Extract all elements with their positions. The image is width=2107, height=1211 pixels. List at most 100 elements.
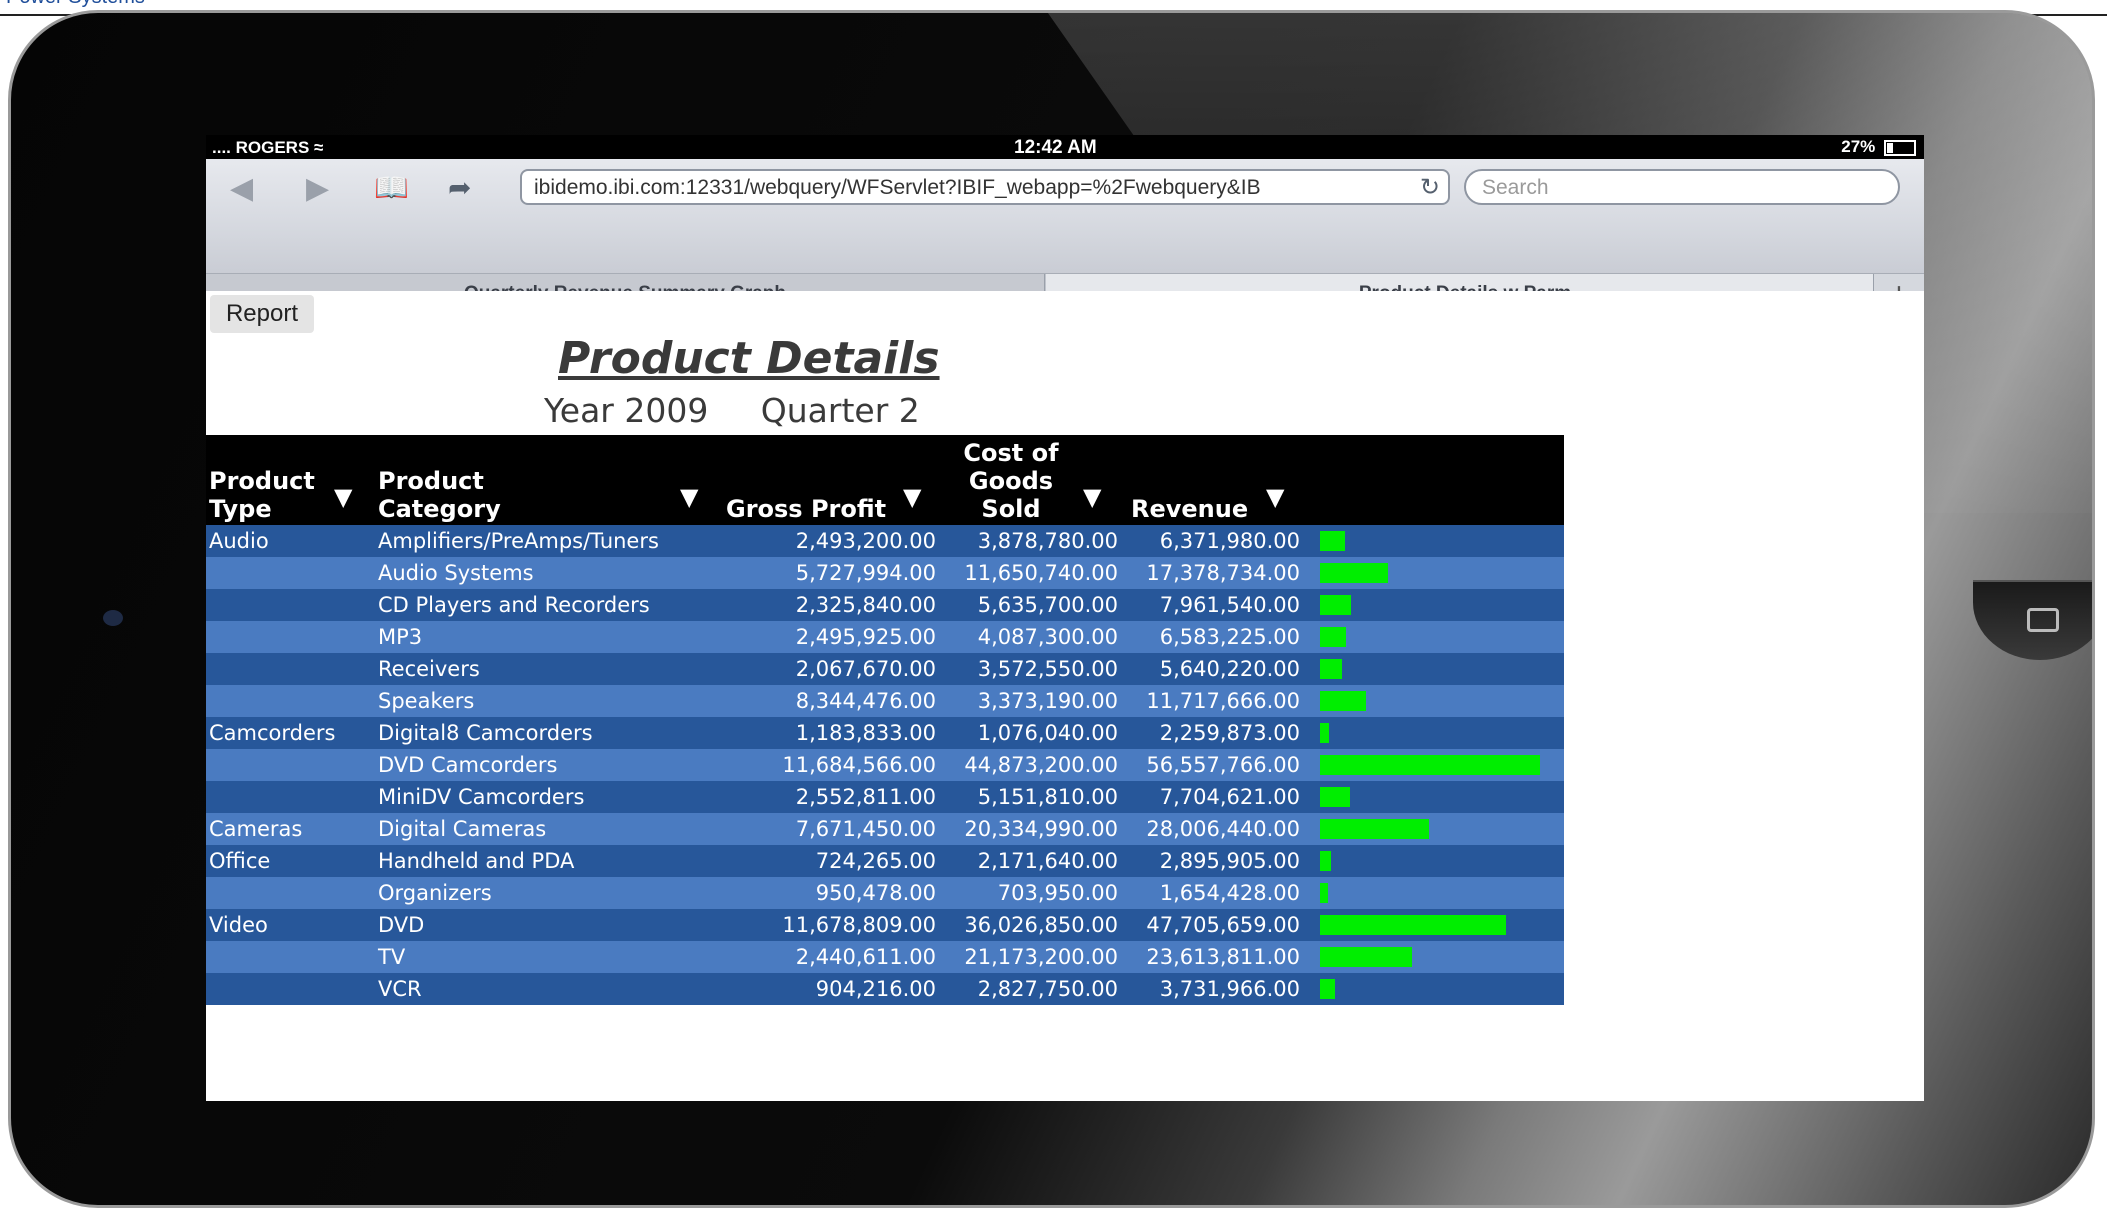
sort-arrow-icon[interactable]: ▼: [903, 483, 921, 511]
carrier-text: .... ROGERS: [212, 138, 310, 157]
cell-product-category: DVD Camcorders: [378, 753, 558, 777]
cell-product-category: MiniDV Camcorders: [378, 785, 585, 809]
search-placeholder: Search: [1482, 176, 1549, 199]
cell-product-category: Receivers: [378, 657, 480, 681]
sort-arrow-icon[interactable]: ▼: [1083, 483, 1101, 511]
header-line: Revenue: [1131, 495, 1249, 523]
table-body: Audio Amplifiers/PreAmps/Tuners 2,493,200.…: [206, 525, 1564, 1005]
table-header: Product Type ▼ Product Category ▼ Gross …: [206, 435, 1564, 525]
cell-revenue: 6,371,980.00: [1159, 529, 1300, 553]
table-row: DVD Camcorders 11,684,566.00 44,873,200.00…: [206, 749, 1564, 781]
cell-revenue: 11,717,666.00: [1146, 689, 1300, 713]
cell-product-category: Handheld and PDA: [378, 849, 575, 873]
cell-gross-profit: 2,067,670.00: [795, 657, 936, 681]
revenue-bar: [1320, 691, 1366, 711]
cell-cogs: 5,635,700.00: [977, 593, 1118, 617]
revenue-bar: [1320, 723, 1329, 743]
cell-product-type: Audio: [209, 529, 269, 553]
wifi-icon: ≈: [314, 138, 324, 157]
column-header-gross-profit[interactable]: Gross Profit: [726, 495, 886, 523]
home-button[interactable]: [1973, 580, 2092, 660]
cell-revenue: 7,961,540.00: [1159, 593, 1300, 617]
forward-arrow-icon[interactable]: ▶: [306, 171, 329, 206]
cell-cogs: 2,171,640.00: [977, 849, 1118, 873]
cell-revenue: 2,895,905.00: [1159, 849, 1300, 873]
table-row: Office Handheld and PDA 724,265.00 2,171,64…: [206, 845, 1564, 877]
revenue-bar: [1320, 819, 1429, 839]
report-title: Product Details: [558, 333, 940, 384]
revenue-bar: [1320, 787, 1350, 807]
cell-cogs: 44,873,200.00: [964, 753, 1118, 777]
table-row: Video DVD 11,678,809.00 36,026,850.00 47,705…: [206, 909, 1564, 941]
cell-gross-profit: 950,478.00: [815, 881, 936, 905]
cell-gross-profit: 2,325,840.00: [795, 593, 936, 617]
cell-gross-profit: 11,684,566.00: [782, 753, 936, 777]
page-content: Report Product Details Year 2009 Quarter…: [206, 291, 1924, 1101]
cell-cogs: 21,173,200.00: [964, 945, 1118, 969]
cell-gross-profit: 5,727,994.00: [795, 561, 936, 585]
cell-cogs: 3,373,190.00: [977, 689, 1118, 713]
header-line: Sold: [981, 495, 1041, 523]
battery-status: 27%: [1841, 137, 1916, 157]
cell-cogs: 2,827,750.00: [977, 977, 1118, 1001]
table-row: Speakers 8,344,476.00 3,373,190.00 11,717,6…: [206, 685, 1564, 717]
address-bar[interactable]: ibidemo.ibi.com:12331/webquery/WFServlet…: [520, 169, 1450, 205]
cell-product-type: Office: [209, 849, 271, 873]
column-header-product-category[interactable]: Product Category: [378, 467, 501, 523]
table-row: Audio Amplifiers/PreAmps/Tuners 2,493,200.…: [206, 525, 1564, 557]
cell-gross-profit: 1,183,833.00: [795, 721, 936, 745]
cell-product-category: VCR: [378, 977, 422, 1001]
revenue-bar: [1320, 563, 1388, 583]
cell-revenue: 17,378,734.00: [1146, 561, 1300, 585]
cell-revenue: 7,704,621.00: [1159, 785, 1300, 809]
battery-percent: 27%: [1841, 137, 1876, 156]
camera-icon: [103, 610, 123, 626]
table-row: CD Players and Recorders 2,325,840.00 5,63…: [206, 589, 1564, 621]
revenue-bar: [1320, 531, 1345, 551]
cell-gross-profit: 2,440,611.00: [795, 945, 936, 969]
bookmarks-icon[interactable]: 📖: [374, 171, 409, 204]
table-row: MP3 2,495,925.00 4,087,300.00 6,583,225.00: [206, 621, 1564, 653]
cell-product-category: CD Players and Recorders: [378, 593, 650, 617]
table-row: Cameras Digital Cameras 7,671,450.00 20,334…: [206, 813, 1564, 845]
revenue-bar: [1320, 979, 1335, 999]
cell-revenue: 2,259,873.00: [1159, 721, 1300, 745]
cell-product-category: Amplifiers/PreAmps/Tuners: [378, 529, 659, 553]
cell-cogs: 1,076,040.00: [977, 721, 1118, 745]
cell-product-category: Audio Systems: [378, 561, 534, 585]
cell-cogs: 703,950.00: [997, 881, 1118, 905]
table-row: Organizers 950,478.00 703,950.00 1,654,428.…: [206, 877, 1564, 909]
sort-arrow-icon[interactable]: ▼: [680, 483, 698, 511]
search-input[interactable]: Search: [1464, 169, 1900, 205]
page-top-text: Power Systems: [6, 0, 145, 9]
status-bar: .... ROGERS ≈ 12:42 AM 27%: [206, 135, 1924, 159]
cell-cogs: 36,026,850.00: [964, 913, 1118, 937]
share-icon[interactable]: ➦: [448, 171, 471, 204]
table-row: VCR 904,216.00 2,827,750.00 3,731,966.00: [206, 973, 1564, 1005]
column-header-product-type[interactable]: Product Type: [209, 467, 315, 523]
table-row: MiniDV Camcorders 2,552,811.00 5,151,810.0…: [206, 781, 1564, 813]
cell-cogs: 4,087,300.00: [977, 625, 1118, 649]
cell-revenue: 56,557,766.00: [1146, 753, 1300, 777]
url-text: ibidemo.ibi.com:12331/webquery/WFServlet…: [534, 176, 1261, 199]
cell-cogs: 20,334,990.00: [964, 817, 1118, 841]
revenue-bar: [1320, 755, 1540, 775]
sort-arrow-icon[interactable]: ▼: [1266, 483, 1284, 511]
battery-icon: [1884, 139, 1916, 156]
home-square-icon: [2027, 608, 2059, 632]
cell-product-category: Digital8 Camcorders: [378, 721, 593, 745]
cell-gross-profit: 2,493,200.00: [795, 529, 936, 553]
cell-gross-profit: 724,265.00: [815, 849, 936, 873]
report-button[interactable]: Report: [210, 295, 314, 333]
cell-cogs: 3,878,780.00: [977, 529, 1118, 553]
cell-product-type: Cameras: [209, 817, 303, 841]
table-row: Receivers 2,067,670.00 3,572,550.00 5,640,2…: [206, 653, 1564, 685]
column-header-revenue[interactable]: Revenue: [1131, 495, 1248, 523]
reload-icon[interactable]: ↻: [1420, 173, 1440, 202]
ipad-frame: .... ROGERS ≈ 12:42 AM 27% ◀ ▶ 📖 ➦ ibide…: [8, 10, 2095, 1208]
cell-product-type: Video: [209, 913, 268, 937]
back-arrow-icon[interactable]: ◀: [230, 171, 253, 206]
column-header-cogs[interactable]: Cost of Goods Sold: [963, 439, 1059, 523]
sort-arrow-icon[interactable]: ▼: [334, 483, 352, 511]
cell-cogs: 5,151,810.00: [977, 785, 1118, 809]
